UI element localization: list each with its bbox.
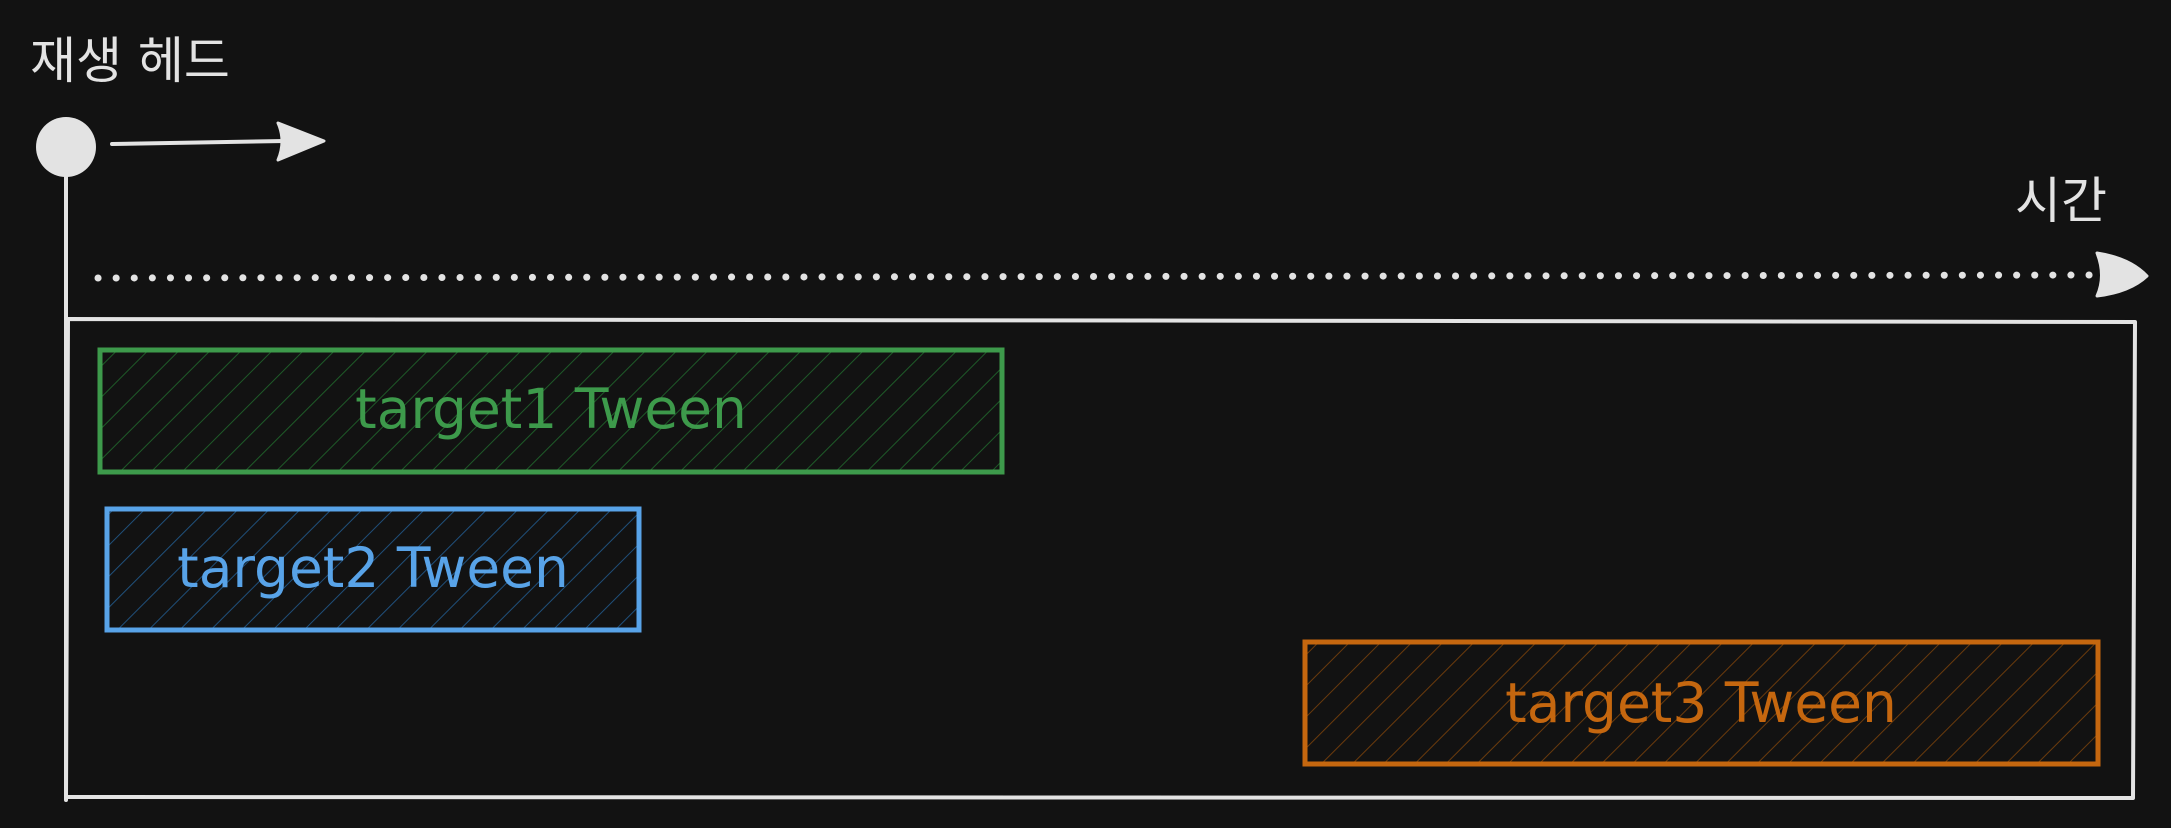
playhead-direction-arrow <box>110 121 326 162</box>
tween-label-target3: target3 Tween <box>1505 671 1897 735</box>
time-axis-arrow <box>94 251 2149 298</box>
tween-label-target1: target1 Tween <box>355 377 747 441</box>
tween-bar-target3[interactable]: target3 Tween <box>1302 639 2101 767</box>
time-axis-label: 시간 <box>2015 172 2107 230</box>
tween-label-target2: target2 Tween <box>177 536 569 600</box>
timeline-diagram: 재생 헤드 시간 target1 Tween target2 Tween tar… <box>30 32 2149 802</box>
playhead-label: 재생 헤드 <box>30 32 230 90</box>
tween-bar-target2[interactable]: target2 Tween <box>104 506 642 633</box>
tween-bar-target1[interactable]: target1 Tween <box>97 347 1005 475</box>
